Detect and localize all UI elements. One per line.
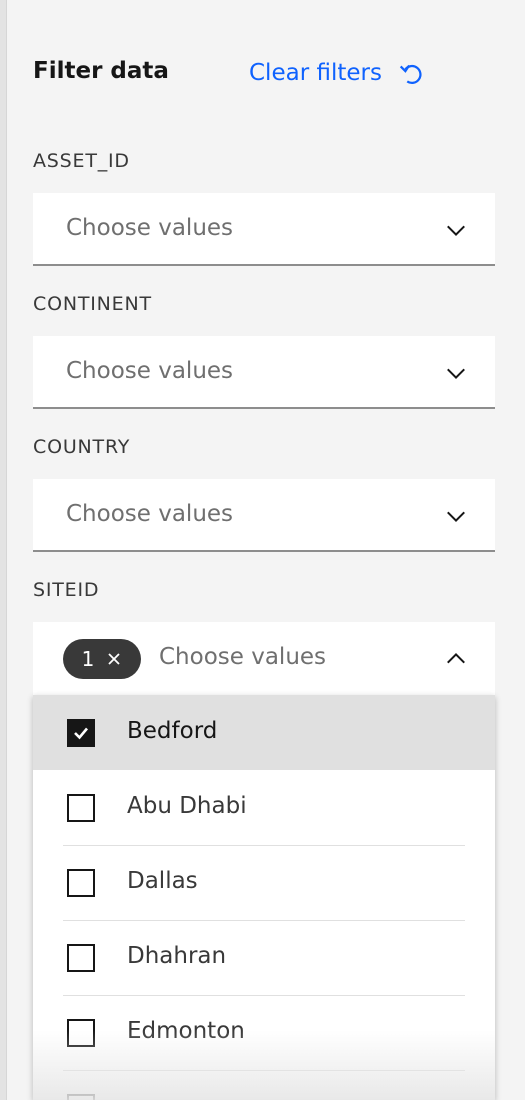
asset-id-dropdown[interactable]: Choose values <box>33 193 495 266</box>
panel-title: Filter data <box>33 58 169 84</box>
siteid-placeholder: Choose values <box>159 644 327 670</box>
siteid-label: SITEID <box>33 579 100 601</box>
option-dallas[interactable]: Dallas <box>33 845 495 920</box>
continent-dropdown[interactable]: Choose values <box>33 336 495 409</box>
option-label: Dallas <box>127 868 198 894</box>
selected-count: 1 <box>81 647 95 671</box>
selected-count-tag[interactable]: 1 <box>63 639 141 679</box>
asset-id-label: ASSET_ID <box>33 150 130 172</box>
siteid-options-menu: Bedford Abu Dhabi Dallas Dhahran Edmonto… <box>33 695 495 1100</box>
country-label: COUNTRY <box>33 436 131 458</box>
close-icon[interactable] <box>106 651 122 667</box>
clear-filters-button[interactable]: Clear filters <box>249 58 426 88</box>
checkbox[interactable] <box>67 794 95 822</box>
checkbox-checked[interactable] <box>67 719 95 747</box>
divider <box>63 995 465 996</box>
filter-panel: Filter data Clear filters ASSET_ID Choos… <box>7 0 525 1100</box>
divider <box>63 920 465 921</box>
option-abu-dhabi[interactable]: Abu Dhabi <box>33 770 495 845</box>
option-label: Dhahran <box>127 943 227 969</box>
siteid-dropdown[interactable]: 1 Choose values <box>33 622 495 695</box>
chevron-up-icon[interactable] <box>445 648 467 670</box>
country-placeholder: Choose values <box>66 501 234 527</box>
chevron-down-icon <box>447 368 465 380</box>
chevron-down-icon <box>447 225 465 237</box>
checkmark-icon <box>74 727 88 740</box>
continent-label: CONTINENT <box>33 293 152 315</box>
asset-id-placeholder: Choose values <box>66 215 234 241</box>
option-bedford[interactable]: Bedford <box>33 695 495 770</box>
divider <box>63 845 465 846</box>
chevron-down-icon <box>447 511 465 523</box>
option-label: Abu Dhabi <box>127 793 247 819</box>
background-page-edge <box>0 0 7 1100</box>
checkbox[interactable] <box>67 944 95 972</box>
checkbox[interactable] <box>67 869 95 897</box>
scroll-fade <box>33 1030 495 1100</box>
clear-filters-label: Clear filters <box>249 60 382 86</box>
continent-placeholder: Choose values <box>66 358 234 384</box>
option-label: Bedford <box>127 718 218 744</box>
option-dhahran[interactable]: Dhahran <box>33 920 495 995</box>
country-dropdown[interactable]: Choose values <box>33 479 495 552</box>
reset-icon <box>399 64 422 85</box>
